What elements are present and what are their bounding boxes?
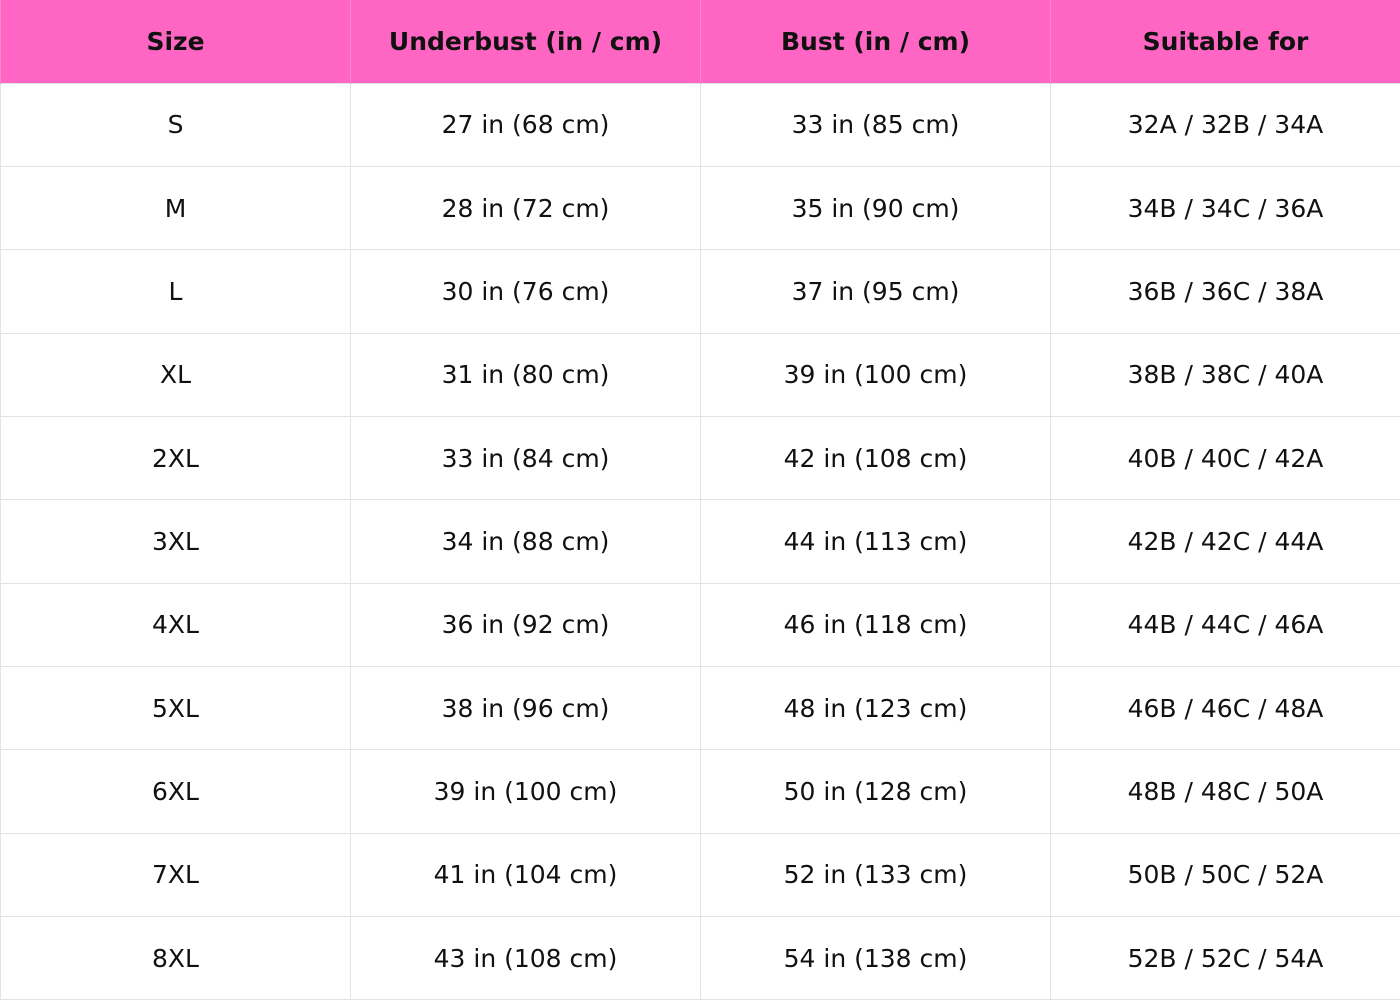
header-underbust: Underbust (in / cm) xyxy=(350,0,701,83)
table-row: L 30 in (76 cm) 37 in (95 cm) 36B / 36C / 3… xyxy=(0,249,1400,334)
cell-size: 4XL xyxy=(0,582,351,668)
table-row: 4XL 36 in (92 cm) 46 in (118 cm) 44B / 44C … xyxy=(0,582,1400,668)
cell-bust: 46 in (118 cm) xyxy=(700,582,1051,668)
cell-bust: 52 in (133 cm) xyxy=(700,832,1051,918)
cell-size: L xyxy=(0,249,351,334)
header-bust: Bust (in / cm) xyxy=(700,0,1051,83)
cell-underbust: 36 in (92 cm) xyxy=(350,582,701,668)
table-row: 3XL 34 in (88 cm) 44 in (113 cm) 42B / 42C … xyxy=(0,499,1400,584)
cell-bust: 48 in (123 cm) xyxy=(700,666,1051,751)
table-row: 2XL 33 in (84 cm) 42 in (108 cm) 40B / 40C … xyxy=(0,415,1400,501)
table-body: S 27 in (68 cm) 33 in (85 cm) 32A / 32B / 3… xyxy=(0,82,1400,1000)
cell-bust: 35 in (90 cm) xyxy=(700,165,1051,251)
table-header: Size Underbust (in / cm) Bust (in / cm) … xyxy=(0,0,1400,83)
size-chart-table: Size Underbust (in / cm) Bust (in / cm) … xyxy=(0,0,1400,1000)
cell-bust: 50 in (128 cm) xyxy=(700,749,1051,834)
table-row: S 27 in (68 cm) 33 in (85 cm) 32A / 32B / 3… xyxy=(0,82,1400,167)
cell-suitable-for: 44B / 44C / 46A xyxy=(1050,582,1400,668)
cell-suitable-for: 52B / 52C / 54A xyxy=(1050,916,1400,1000)
header-row: Size Underbust (in / cm) Bust (in / cm) … xyxy=(0,0,1400,83)
cell-suitable-for: 38B / 38C / 40A xyxy=(1050,332,1400,417)
cell-suitable-for: 46B / 46C / 48A xyxy=(1050,666,1400,751)
cell-suitable-for: 40B / 40C / 42A xyxy=(1050,415,1400,501)
table-row: XL 31 in (80 cm) 39 in (100 cm) 38B / 38C /… xyxy=(0,332,1400,417)
cell-underbust: 28 in (72 cm) xyxy=(350,165,701,251)
cell-size: 2XL xyxy=(0,415,351,501)
cell-underbust: 43 in (108 cm) xyxy=(350,916,701,1000)
table-row: 5XL 38 in (96 cm) 48 in (123 cm) 46B / 46C … xyxy=(0,666,1400,751)
table-row: 7XL 41 in (104 cm) 52 in (133 cm) 50B / 50C… xyxy=(0,832,1400,918)
cell-suitable-for: 32A / 32B / 34A xyxy=(1050,82,1400,167)
cell-suitable-for: 36B / 36C / 38A xyxy=(1050,249,1400,334)
cell-underbust: 27 in (68 cm) xyxy=(350,82,701,167)
cell-bust: 44 in (113 cm) xyxy=(700,499,1051,584)
cell-suitable-for: 42B / 42C / 44A xyxy=(1050,499,1400,584)
cell-size: 3XL xyxy=(0,499,351,584)
cell-size: 8XL xyxy=(0,916,351,1000)
cell-bust: 42 in (108 cm) xyxy=(700,415,1051,501)
table-row: 6XL 39 in (100 cm) 50 in (128 cm) 48B / 48C… xyxy=(0,749,1400,834)
cell-bust: 39 in (100 cm) xyxy=(700,332,1051,417)
cell-size: XL xyxy=(0,332,351,417)
cell-size: 6XL xyxy=(0,749,351,834)
cell-underbust: 30 in (76 cm) xyxy=(350,249,701,334)
table-row: M 28 in (72 cm) 35 in (90 cm) 34B / 34C / 3… xyxy=(0,165,1400,251)
cell-underbust: 33 in (84 cm) xyxy=(350,415,701,501)
cell-bust: 37 in (95 cm) xyxy=(700,249,1051,334)
cell-underbust: 38 in (96 cm) xyxy=(350,666,701,751)
table-row: 8XL 43 in (108 cm) 54 in (138 cm) 52B / 52C… xyxy=(0,916,1400,1000)
cell-underbust: 31 in (80 cm) xyxy=(350,332,701,417)
cell-size: M xyxy=(0,165,351,251)
cell-size: S xyxy=(0,82,351,167)
cell-suitable-for: 48B / 48C / 50A xyxy=(1050,749,1400,834)
cell-underbust: 39 in (100 cm) xyxy=(350,749,701,834)
cell-bust: 33 in (85 cm) xyxy=(700,82,1051,167)
cell-suitable-for: 34B / 34C / 36A xyxy=(1050,165,1400,251)
cell-underbust: 34 in (88 cm) xyxy=(350,499,701,584)
cell-size: 7XL xyxy=(0,832,351,918)
header-suitable-for: Suitable for xyxy=(1050,0,1400,83)
cell-underbust: 41 in (104 cm) xyxy=(350,832,701,918)
cell-size: 5XL xyxy=(0,666,351,751)
cell-bust: 54 in (138 cm) xyxy=(700,916,1051,1000)
header-size: Size xyxy=(0,0,351,83)
cell-suitable-for: 50B / 50C / 52A xyxy=(1050,832,1400,918)
